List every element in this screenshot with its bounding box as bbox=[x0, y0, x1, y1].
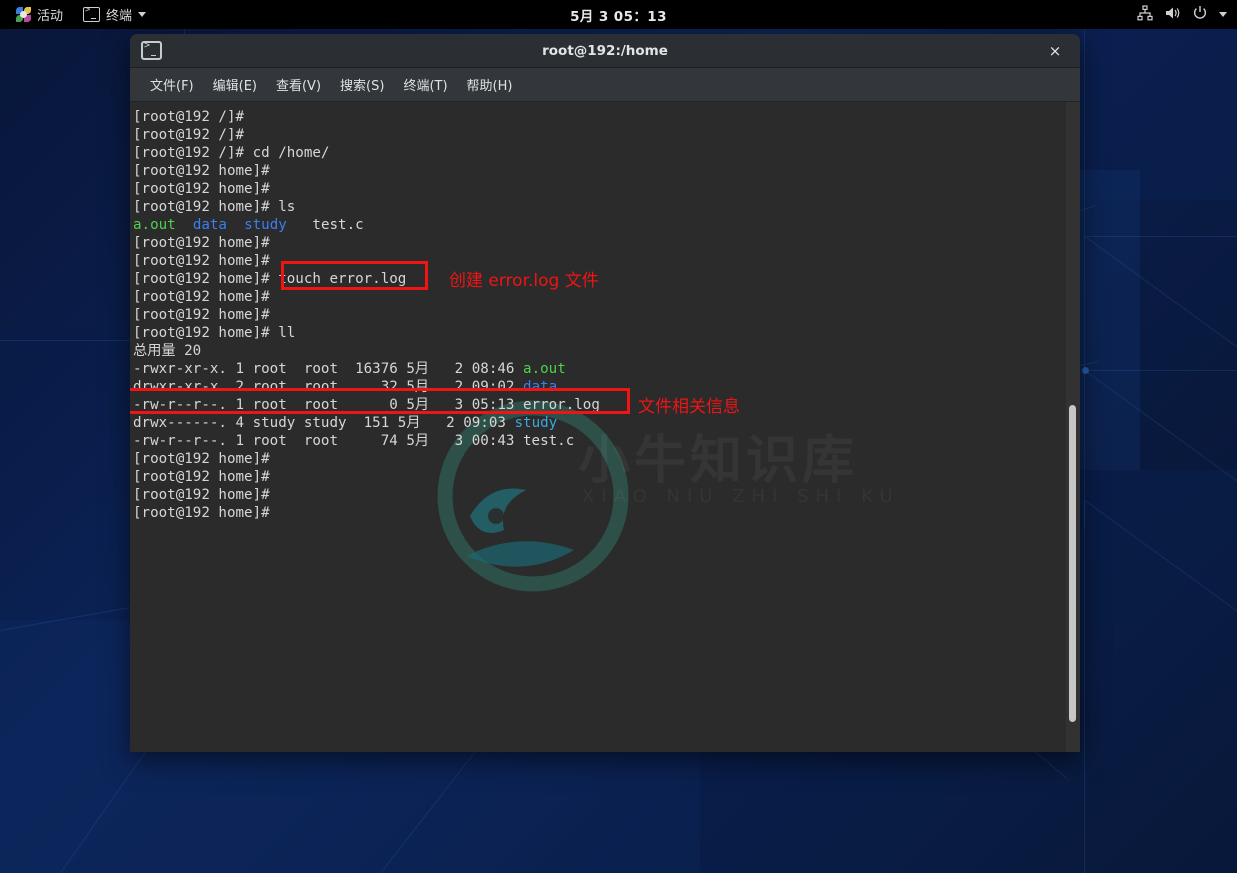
terminal-icon bbox=[83, 7, 100, 22]
terminal-line: [root@192 home]# bbox=[132, 252, 1080, 270]
terminal-segment: a.out bbox=[133, 217, 176, 233]
annotation-label-listing: 文件相关信息 bbox=[638, 392, 740, 417]
terminal-segment: study bbox=[514, 415, 557, 431]
terminal-scrollbar[interactable] bbox=[1066, 102, 1080, 752]
top-bar-status-group[interactable] bbox=[1137, 5, 1237, 25]
terminal-line: [root@192 home]# bbox=[132, 288, 1080, 306]
terminal-segment: a.out bbox=[523, 361, 566, 377]
annotation-label-command: 创建 error.log 文件 bbox=[449, 266, 599, 291]
window-title: root@192:/home bbox=[130, 43, 1080, 59]
wallpaper-line bbox=[1084, 500, 1085, 873]
menu-item-search[interactable]: 搜索(S) bbox=[332, 71, 392, 98]
terminal-segment: drwx------. 4 study study 151 5月 2 09:03 bbox=[133, 415, 514, 431]
terminal-segment: -rwxr-xr-x. 1 root root 16376 5月 2 08:46 bbox=[133, 361, 523, 377]
menu-item-file[interactable]: 文件(F) bbox=[142, 71, 202, 98]
activities-button[interactable]: 活动 bbox=[9, 2, 70, 27]
terminal-line: [root@192 home]# bbox=[132, 450, 1080, 468]
menu-item-edit[interactable]: 编辑(E) bbox=[205, 71, 265, 98]
terminal-line: [root@192 home]# bbox=[132, 180, 1080, 198]
app-menu-terminal[interactable]: 终端 bbox=[76, 2, 153, 27]
terminal-window: root@192:/home × 文件(F) 编辑(E) 查看(V) 搜索(S)… bbox=[130, 34, 1080, 752]
terminal-segment: -rw-r--r--. 1 root root 74 5月 3 00:43 te… bbox=[133, 433, 574, 449]
terminal-line: [root@192 home]# bbox=[132, 504, 1080, 522]
terminal-segment: -rw-r--r--. 1 root root 0 5月 3 05:13 err… bbox=[133, 397, 600, 413]
wallpaper-line bbox=[1085, 370, 1237, 371]
chevron-down-icon bbox=[138, 12, 146, 17]
app-menu-label: 终端 bbox=[106, 5, 132, 24]
power-icon bbox=[1192, 5, 1208, 25]
gnome-top-bar: 活动 终端 5月 3 05：13 bbox=[0, 0, 1237, 29]
terminal-segment: study bbox=[244, 217, 287, 233]
terminal-line: [root@192 home]# ls bbox=[132, 198, 1080, 216]
scrollbar-thumb[interactable] bbox=[1069, 405, 1076, 722]
terminal-line: a.out data study test.c bbox=[132, 216, 1080, 234]
activities-label: 活动 bbox=[37, 5, 63, 24]
terminal-segment bbox=[227, 217, 244, 233]
terminal-screen[interactable]: 小牛知识库 XIAO NIU ZHI SHI KU [root@192 /]#[… bbox=[130, 102, 1080, 752]
terminal-line: [root@192 /]# cd /home/ bbox=[132, 144, 1080, 162]
terminal-segment: drwxr-xr-x. 2 root root 32 5月 2 09:02 bbox=[133, 379, 523, 395]
terminal-line: [root@192 home]# bbox=[132, 306, 1080, 324]
pinwheel-icon bbox=[16, 7, 31, 22]
top-bar-left-group: 活动 终端 bbox=[0, 2, 153, 27]
terminal-segment bbox=[176, 217, 193, 233]
volume-icon bbox=[1164, 5, 1181, 25]
terminal-line: [root@192 home]# ll bbox=[132, 324, 1080, 342]
close-icon[interactable]: × bbox=[1044, 40, 1066, 62]
wallpaper-node bbox=[1082, 367, 1089, 374]
terminal-line: [root@192 home]# bbox=[132, 162, 1080, 180]
menu-item-terminal[interactable]: 终端(T) bbox=[395, 71, 455, 98]
terminal-line: -rwxr-xr-x. 1 root root 16376 5月 2 08:46… bbox=[132, 360, 1080, 378]
terminal-line: drwx------. 4 study study 151 5月 2 09:03… bbox=[132, 414, 1080, 432]
window-title-bar[interactable]: root@192:/home × bbox=[130, 34, 1080, 68]
terminal-line: [root@192 home]# bbox=[132, 468, 1080, 486]
menu-item-view[interactable]: 查看(V) bbox=[268, 71, 329, 98]
terminal-line: -rw-r--r--. 1 root root 0 5月 3 05:13 err… bbox=[132, 396, 1080, 414]
wallpaper-facet bbox=[1080, 170, 1140, 470]
terminal-line: [root@192 home]# touch error.log bbox=[132, 270, 1080, 288]
terminal-output: [root@192 /]#[root@192 /]#[root@192 /]# … bbox=[130, 102, 1080, 752]
terminal-line: [root@192 home]# bbox=[132, 486, 1080, 504]
terminal-line: drwxr-xr-x. 2 root root 32 5月 2 09:02 da… bbox=[132, 378, 1080, 396]
menu-item-help[interactable]: 帮助(H) bbox=[459, 71, 521, 98]
chevron-down-icon bbox=[1219, 12, 1227, 17]
menu-bar: 文件(F) 编辑(E) 查看(V) 搜索(S) 终端(T) 帮助(H) bbox=[130, 68, 1080, 102]
wallpaper-line bbox=[1084, 29, 1085, 529]
network-icon bbox=[1137, 5, 1153, 25]
terminal-segment: data bbox=[523, 379, 557, 395]
terminal-icon bbox=[141, 41, 162, 60]
terminal-segment: test.c bbox=[287, 217, 364, 233]
terminal-line: -rw-r--r--. 1 root root 74 5月 3 00:43 te… bbox=[132, 432, 1080, 450]
wallpaper-line bbox=[1085, 236, 1237, 237]
terminal-line: 总用量 20 bbox=[132, 342, 1080, 360]
clock[interactable]: 5月 3 05：13 bbox=[0, 5, 1237, 25]
terminal-segment: data bbox=[193, 217, 227, 233]
terminal-line: [root@192 /]# bbox=[132, 126, 1080, 144]
terminal-line: [root@192 /]# bbox=[132, 108, 1080, 126]
terminal-line: [root@192 home]# bbox=[132, 234, 1080, 252]
